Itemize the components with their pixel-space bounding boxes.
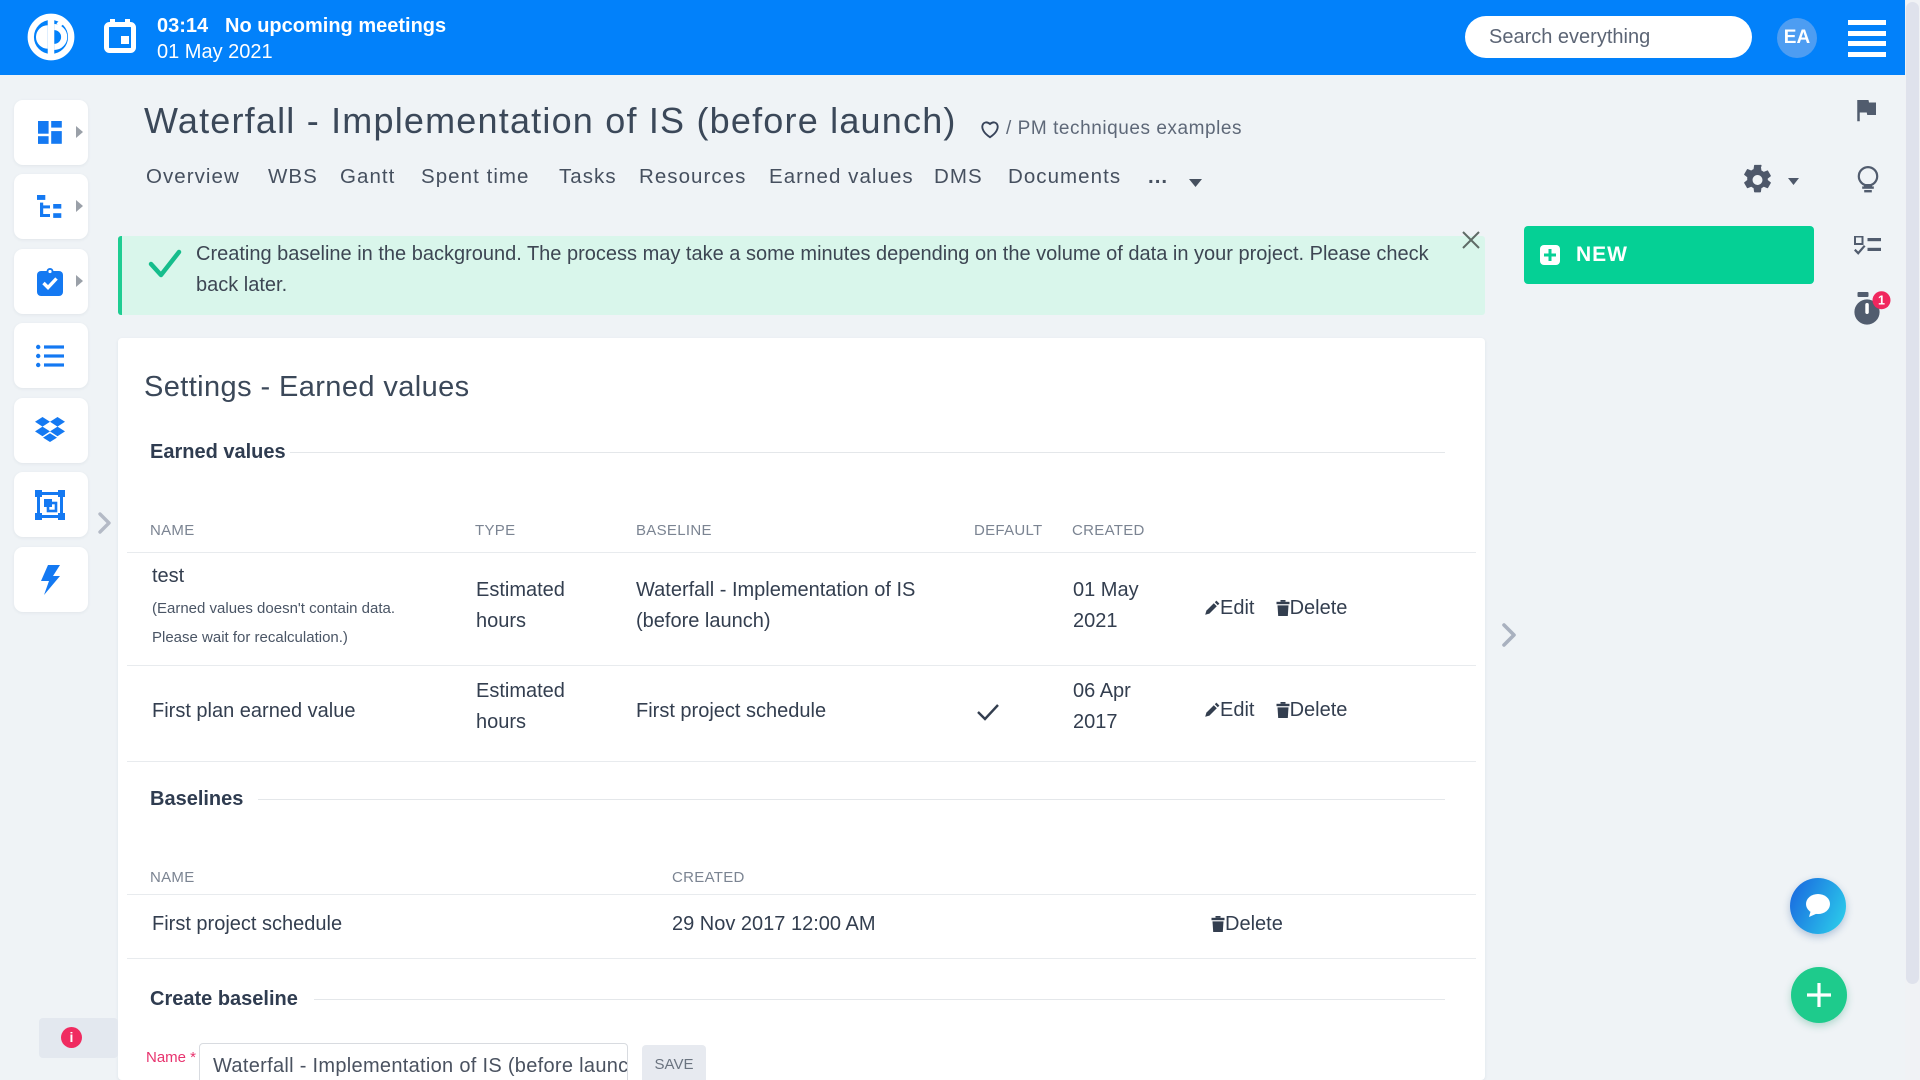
svg-text:1: 1 [1878,294,1885,308]
